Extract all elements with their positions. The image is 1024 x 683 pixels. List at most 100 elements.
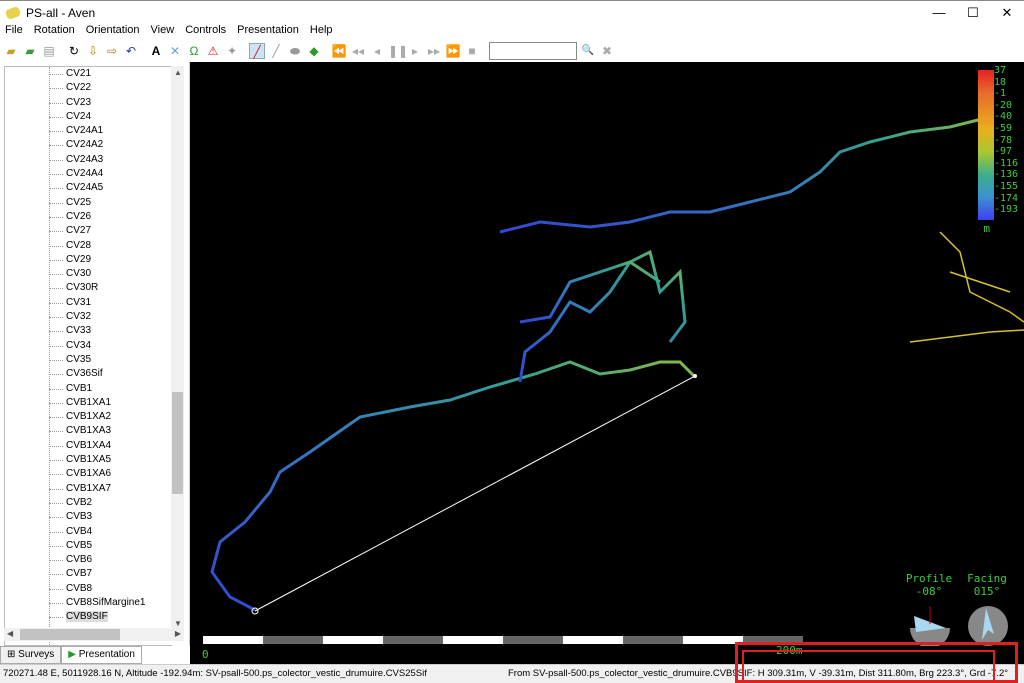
warning-icon[interactable]: ⚠ [205, 43, 221, 59]
pause-icon[interactable]: ❚❚ [388, 43, 408, 59]
tree-item[interactable]: CV35 [5, 353, 172, 367]
rotate-icon[interactable]: ↻ [66, 43, 82, 59]
tree-item-label: CV32 [66, 311, 92, 323]
open-icon[interactable]: ▰ [3, 43, 19, 59]
omega-icon[interactable]: Ω [186, 43, 202, 59]
tree-item[interactable]: CVB1XA6 [5, 467, 172, 481]
tree-item[interactable]: CV31 [5, 296, 172, 310]
tree-item[interactable]: CVB8SifMargine1 [5, 596, 172, 610]
menu-file[interactable]: File [5, 24, 23, 40]
cave-survey-drawing[interactable] [190, 62, 1024, 664]
tree-item[interactable]: CVB6 [5, 553, 172, 567]
profile-indicator-icon[interactable] [908, 602, 952, 646]
tree-item[interactable]: CV24A1 [5, 124, 172, 138]
app-logo-icon [4, 5, 22, 20]
tree-item[interactable]: CV22 [5, 81, 172, 95]
scale-segment [203, 636, 263, 644]
stop-icon[interactable]: ■ [464, 43, 480, 59]
tree-item-label: CV23 [66, 96, 92, 108]
tree-item-label: CVB1XA4 [66, 439, 112, 451]
scale-end-label: 200m [776, 644, 803, 657]
tree-item[interactable]: CVB7 [5, 567, 172, 581]
tree-item[interactable]: CV33 [5, 324, 172, 338]
facing-compass-icon[interactable] [966, 604, 1010, 648]
tree-item[interactable]: CV30R [5, 281, 172, 295]
fast-forward-icon[interactable]: ⏩ [445, 43, 461, 59]
menu-help[interactable]: Help [310, 24, 333, 40]
tree-item[interactable]: CVB1XA4 [5, 439, 172, 453]
menu-controls[interactable]: Controls [185, 24, 226, 40]
tab-surveys[interactable]: ⊞ Surveys [0, 646, 62, 664]
tree-item[interactable]: CV24A3 [5, 153, 172, 167]
menu-view[interactable]: View [151, 24, 175, 40]
tree-item[interactable]: CV28 [5, 239, 172, 253]
undo-icon[interactable]: ↶ [123, 43, 139, 59]
tree-item[interactable]: CVB1XA5 [5, 453, 172, 467]
tree-item[interactable]: CV24 [5, 110, 172, 124]
tree-item[interactable]: CVB1XA3 [5, 424, 172, 438]
forward-icon[interactable]: ▸▸ [426, 43, 442, 59]
tree-item[interactable]: CVB4 [5, 525, 172, 539]
maximize-button[interactable]: ☐ [956, 1, 990, 25]
tree-item-label: CV24 [66, 110, 92, 122]
clear-search-icon[interactable]: ✖ [599, 43, 615, 59]
tree-item[interactable]: CVB9SIF [5, 610, 172, 624]
tree-item[interactable]: CV34 [5, 339, 172, 353]
eraser-icon[interactable]: ⬬ [287, 43, 303, 59]
tree-item[interactable]: CV24A5 [5, 181, 172, 195]
menu-rotation[interactable]: Rotation [34, 24, 75, 40]
tree-item[interactable]: CVB5 [5, 539, 172, 553]
tree-item[interactable]: CVB1XA7 [5, 482, 172, 496]
open-extra-icon[interactable]: ▰ [22, 43, 38, 59]
tree-item[interactable]: CV27 [5, 224, 172, 238]
tree-horizontal-scrollbar[interactable]: ◀ ▶ [4, 628, 184, 641]
tree-item[interactable]: CV23 [5, 96, 172, 110]
survey-tree[interactable]: CV21 CV22 CV23 CV24 CV24A1 CV24A2 CV24A3 CV24A4… [4, 66, 172, 646]
toolbar: ▰ ▰ ▤ ↻ ⇩ ⇨ ↶ A ✕ Ω ⚠ ✦ ╱ ╱ ⬬ ◆ ⏪ ◂◂ ◂ ❚… [0, 40, 1024, 62]
tree-item[interactable]: CV36Sif [5, 367, 172, 381]
scale-start-label: 0 [202, 648, 209, 661]
step-back-icon[interactable]: ◂ [369, 43, 385, 59]
tree-item[interactable]: CVB2 [5, 496, 172, 510]
cross-icon[interactable]: ✕ [167, 43, 183, 59]
tree-item-label: CV21 [66, 68, 92, 79]
menu-bar: File Rotation Orientation View Controls … [0, 24, 333, 40]
vertical-scroll-thumb[interactable] [172, 392, 183, 494]
tree-item-label: CVB1XA2 [66, 411, 112, 423]
tree-item[interactable]: CVB1XA1 [5, 396, 172, 410]
cave-survey-view[interactable]: 37 18 -1 -20 -40 -59 -78 -97 -116 -136 -155 -174 -19… [190, 62, 1024, 664]
horizontal-scroll-thumb[interactable] [20, 629, 120, 640]
tree-item-label: CVB1XA5 [66, 454, 112, 466]
right-arrow-icon[interactable]: ⇨ [104, 43, 120, 59]
tree-item[interactable]: CV24A2 [5, 138, 172, 152]
tree-item[interactable]: CV32 [5, 310, 172, 324]
tree-vertical-scrollbar[interactable]: ▲ ▼ [171, 66, 184, 630]
fast-rewind-icon[interactable]: ⏪ [331, 43, 347, 59]
minimize-button[interactable]: — [922, 1, 956, 25]
tree-item[interactable]: CVB8 [5, 582, 172, 596]
down-arrow-icon[interactable]: ⇩ [85, 43, 101, 59]
pencil-icon[interactable]: ╱ [268, 43, 284, 59]
menu-presentation[interactable]: Presentation [237, 24, 299, 40]
search-input[interactable] [489, 42, 577, 60]
tree-item[interactable]: CV29 [5, 253, 172, 267]
play-icon[interactable]: ▸ [407, 43, 423, 59]
tree-item[interactable]: CV26 [5, 210, 172, 224]
print-icon[interactable]: ▤ [41, 43, 57, 59]
tree-item[interactable]: CVB3 [5, 510, 172, 524]
menu-orientation[interactable]: Orientation [86, 24, 140, 40]
tree-item[interactable]: CV30 [5, 267, 172, 281]
tree-item[interactable]: CVB1XA2 [5, 410, 172, 424]
text-icon[interactable]: A [148, 43, 164, 59]
search-icon[interactable]: 🔍 [580, 43, 596, 59]
pen-icon[interactable]: ╱ [249, 43, 265, 59]
tree-item[interactable]: CVB1 [5, 382, 172, 396]
cursor-icon[interactable]: ✦ [224, 43, 240, 59]
tab-presentation[interactable]: ▶ Presentation [61, 646, 142, 664]
tree-item[interactable]: CV24A4 [5, 167, 172, 181]
tree-item[interactable]: CV21 [5, 67, 172, 81]
leaf-icon[interactable]: ◆ [306, 43, 322, 59]
rewind-icon[interactable]: ◂◂ [350, 43, 366, 59]
tree-item[interactable]: CV25 [5, 196, 172, 210]
close-button[interactable]: ✕ [990, 1, 1024, 25]
